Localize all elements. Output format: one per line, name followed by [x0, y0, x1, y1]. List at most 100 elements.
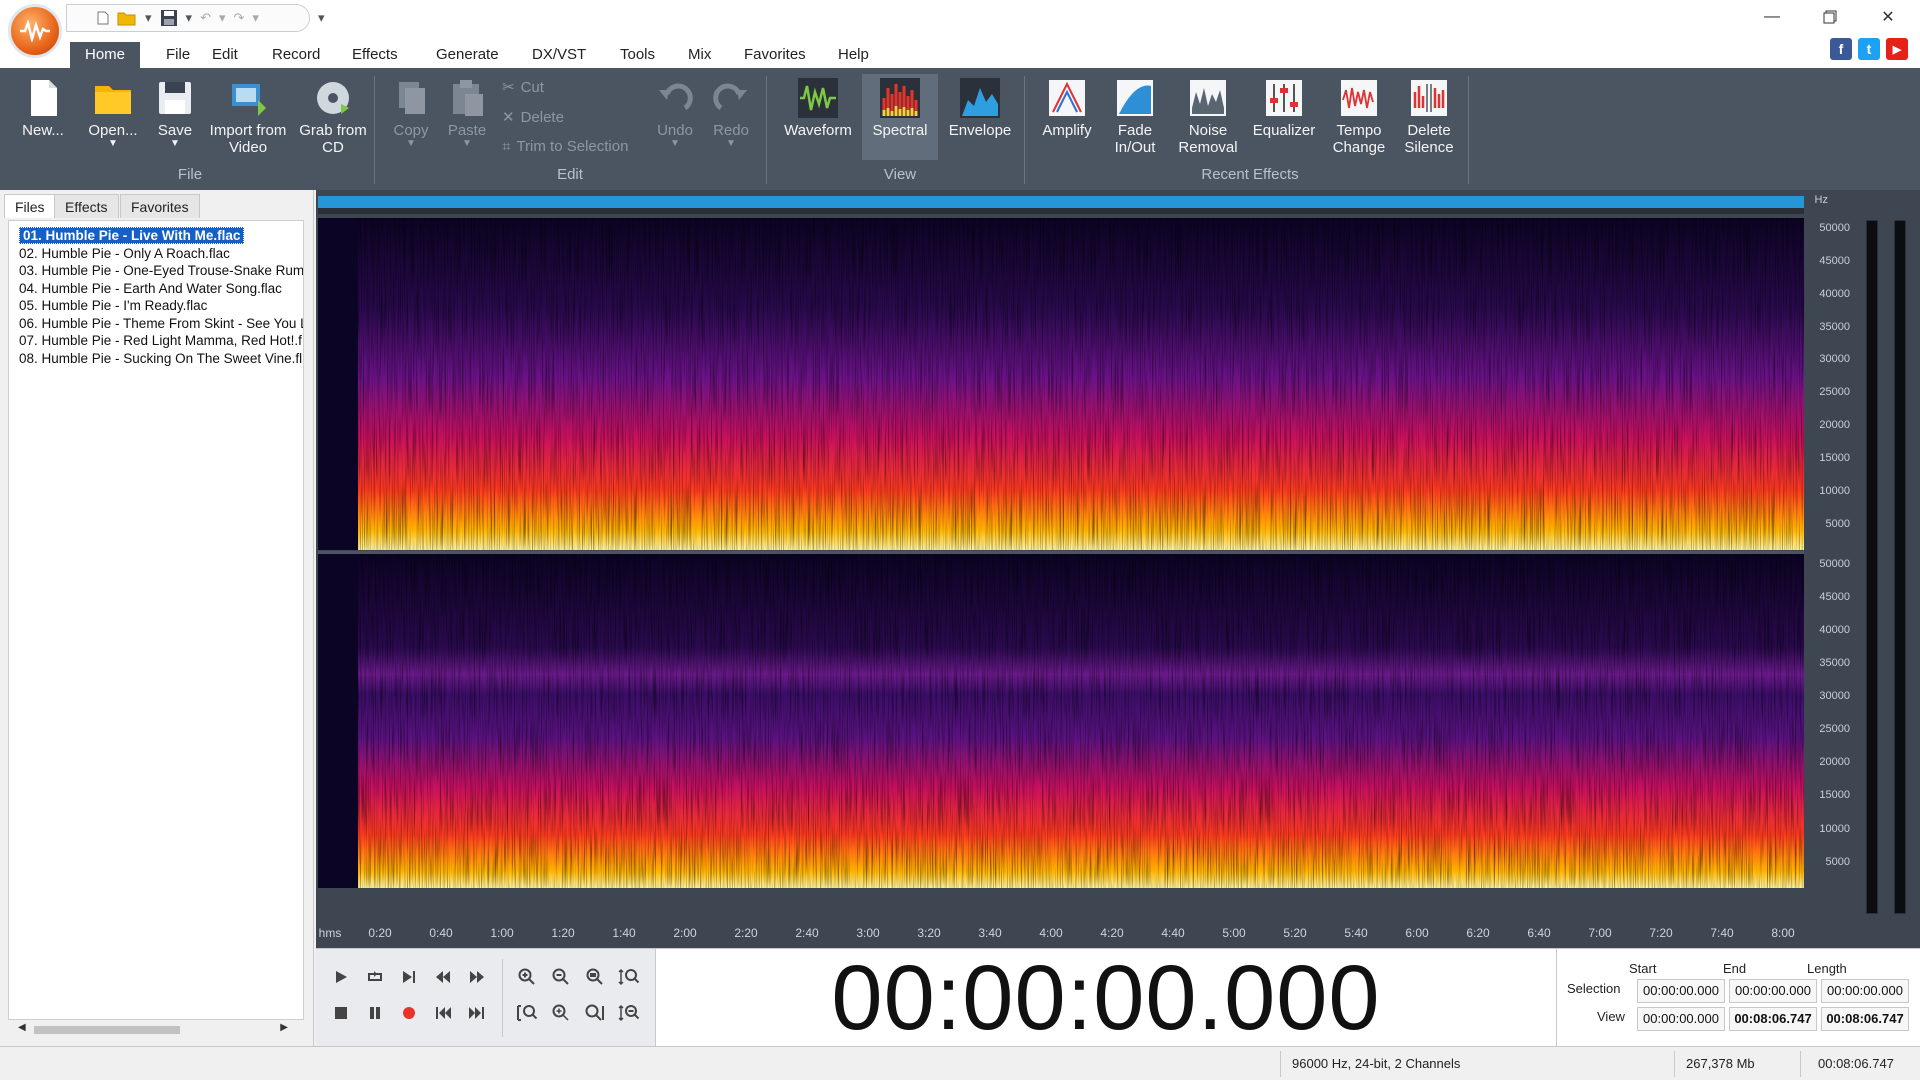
undo-icon[interactable]: ↶ [200, 8, 211, 28]
spectral-button[interactable]: Spectral [862, 74, 938, 160]
zoom-selection-icon[interactable] [512, 999, 542, 1027]
start-header: Start [1629, 961, 1657, 976]
twitter-icon[interactable]: t [1858, 38, 1880, 60]
new-icon[interactable] [97, 8, 109, 28]
time-ruler[interactable]: hms 0:20 0:40 1:00 1:20 1:40 2:00 2:20 2:40 3:00… [316, 918, 1806, 948]
app-logo-icon[interactable] [8, 4, 62, 58]
pause-button[interactable] [360, 999, 390, 1027]
customize-toolbar-icon[interactable]: ▾ [318, 8, 325, 28]
open-folder-icon[interactable] [117, 8, 137, 28]
overview-track[interactable] [318, 208, 1804, 214]
file-item[interactable]: 04. Humble Pie - Earth And Water Song.fl… [9, 280, 303, 298]
trim-to-selection-button[interactable]: ⌗ Trim to Selection [502, 138, 628, 155]
loop-button[interactable] [360, 963, 390, 991]
grab-from-cd-button[interactable]: Grab from CD [298, 78, 368, 156]
spectrogram-view[interactable]: Hz 50000 45000 40000 35000 30000 25000 20000 15… [316, 190, 1920, 948]
audio-format-status: 96000 Hz, 24-bit, 2 Channels [1292, 1056, 1461, 1071]
paste-button[interactable]: Paste ▼ [432, 78, 502, 149]
facebook-icon[interactable]: f [1830, 38, 1852, 60]
tempo-change-button[interactable]: Tempo Change [1324, 78, 1394, 156]
file-item-label: 03. Humble Pie - One-Eyed Trouse-Snake R… [19, 263, 303, 278]
panel-tab-files[interactable]: Files [4, 194, 56, 218]
stop-button[interactable] [326, 999, 356, 1027]
close-button[interactable]: ✕ [1860, 0, 1916, 34]
zoom-fit-icon[interactable] [546, 999, 576, 1027]
tab-help[interactable]: Help [826, 42, 881, 68]
go-to-start-button[interactable] [428, 999, 458, 1027]
view-length-field[interactable]: 00:08:06.747 [1821, 1007, 1909, 1031]
trim-label: Trim to Selection [516, 138, 629, 155]
file-item[interactable]: 03. Humble Pie - One-Eyed Trouse-Snake R… [9, 262, 303, 280]
zoom-vertical-in-icon[interactable] [614, 963, 644, 991]
file-item[interactable]: 05. Humble Pie - I'm Ready.flac [9, 297, 303, 315]
zoom-out-icon[interactable] [546, 963, 576, 991]
selection-length-field[interactable]: 00:00:00.000 [1821, 979, 1909, 1003]
youtube-icon[interactable]: ▶ [1886, 38, 1908, 60]
zoom-vertical-out-icon[interactable] [614, 999, 644, 1027]
horizontal-scrollbar[interactable]: ◀ ▶ [18, 1022, 288, 1036]
redo-button[interactable]: Redo ▼ [696, 78, 766, 149]
scroll-right-icon[interactable]: ▶ [280, 1022, 288, 1033]
selection-end-field[interactable]: 00:00:00.000 [1729, 979, 1817, 1003]
hz-tick-label: 45000 [1819, 254, 1850, 267]
tab-favorites[interactable]: Favorites [732, 42, 818, 68]
overview-bar[interactable] [318, 196, 1804, 208]
panel-tab-favorites[interactable]: Favorites [120, 194, 200, 218]
file-item[interactable]: 07. Humble Pie - Red Light Mamma, Red Ho… [9, 332, 303, 350]
open-button[interactable]: Open... ▼ [78, 78, 148, 149]
delete-button[interactable]: ✕ Delete [502, 108, 564, 127]
chevron-down-icon[interactable]: ▾ [219, 8, 226, 28]
go-to-end-button[interactable] [462, 999, 492, 1027]
tab-dxvst[interactable]: DX/VST [520, 42, 598, 68]
file-list[interactable]: 01. Humble Pie - Live With Me.flac 02. H… [8, 220, 304, 1020]
view-end-field[interactable]: 00:08:06.747 [1729, 1007, 1817, 1031]
save-icon[interactable] [160, 8, 178, 28]
delete-silence-button[interactable]: Delete Silence [1394, 78, 1464, 156]
import-from-video-button[interactable]: Import from Video [206, 78, 290, 156]
spectrogram-channel-right[interactable] [318, 554, 1804, 888]
fast-forward-button[interactable] [462, 963, 492, 991]
zoom-in-icon[interactable] [512, 963, 542, 991]
noise-removal-button[interactable]: Noise Removal [1170, 78, 1246, 156]
cut-button[interactable]: ✂ Cut [502, 78, 544, 97]
file-item[interactable]: 06. Humble Pie - Theme From Skint - See … [9, 315, 303, 333]
tab-file[interactable]: File [154, 42, 202, 68]
file-item[interactable]: 08. Humble Pie - Sucking On The Sweet Vi… [9, 350, 303, 368]
save-button[interactable]: Save ▼ [140, 78, 210, 149]
tab-tools[interactable]: Tools [608, 42, 667, 68]
tab-edit[interactable]: Edit [200, 42, 250, 68]
tab-record[interactable]: Record [260, 42, 332, 68]
zoom-cursor-icon[interactable] [580, 999, 610, 1027]
chevron-down-icon[interactable]: ▾ [145, 8, 152, 28]
play-button[interactable] [326, 963, 356, 991]
chevron-down-icon[interactable]: ▾ [252, 8, 259, 28]
file-item[interactable]: 01. Humble Pie - Live With Me.flac [9, 227, 303, 245]
tab-home[interactable]: Home [70, 42, 140, 68]
chevron-down-icon[interactable]: ▾ [186, 8, 193, 28]
fade-in-out-button[interactable]: Fade In/Out [1100, 78, 1170, 156]
play-to-end-button[interactable] [394, 963, 424, 991]
tab-effects[interactable]: Effects [340, 42, 410, 68]
record-button[interactable] [394, 999, 424, 1027]
tab-generate[interactable]: Generate [424, 42, 511, 68]
envelope-button[interactable]: Envelope [942, 78, 1018, 139]
redo-icon[interactable]: ↷ [234, 8, 245, 28]
restore-button[interactable] [1802, 0, 1858, 34]
group-label-recent-effects: Recent Effects [1201, 166, 1299, 183]
spectrogram-channel-left[interactable] [318, 218, 1804, 550]
rewind-button[interactable] [428, 963, 458, 991]
amplify-button[interactable]: Amplify [1032, 78, 1102, 139]
selection-start-field[interactable]: 00:00:00.000 [1637, 979, 1725, 1003]
file-item[interactable]: 02. Humble Pie - Only A Roach.flac [9, 245, 303, 263]
tab-mix[interactable]: Mix [676, 42, 723, 68]
panel-tab-effects[interactable]: Effects [54, 194, 119, 218]
scroll-left-icon[interactable]: ◀ [18, 1022, 26, 1033]
view-start-field[interactable]: 00:00:00.000 [1637, 1007, 1725, 1031]
equalizer-button[interactable]: Equalizer [1248, 78, 1320, 139]
zoom-full-icon[interactable] [580, 963, 610, 991]
new-button[interactable]: New... [8, 78, 78, 139]
minimize-button[interactable]: — [1744, 0, 1800, 34]
waveform-button[interactable]: Waveform [780, 78, 856, 139]
scrollbar-thumb[interactable] [34, 1026, 180, 1034]
save-label: Save [157, 122, 193, 139]
